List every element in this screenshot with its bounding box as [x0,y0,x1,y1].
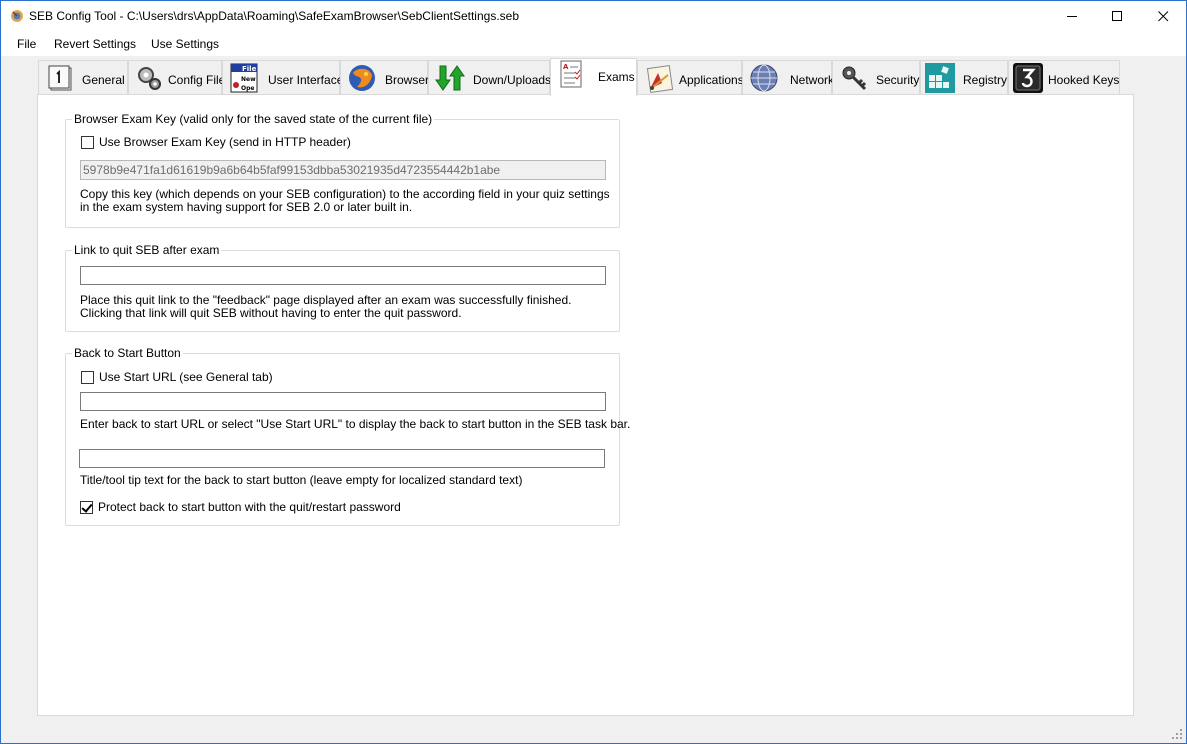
back-to-start-url-description: Enter back to start URL or select "Use S… [80,417,631,431]
general-icon [48,65,72,91]
registry-icon [925,63,955,93]
use-start-url-checkbox[interactable] [81,371,94,384]
tab-hooked-keys[interactable]: Hooked Keys [1008,60,1120,95]
protect-back-to-start-checkbox[interactable] [80,501,93,514]
use-start-url-label[interactable]: Use Start URL (see General tab) [99,370,273,384]
tab-general-label: General [82,73,125,87]
quit-link-group: Link to quit SEB after exam Place this q… [65,243,620,332]
browser-icon [349,65,375,91]
close-button[interactable] [1140,1,1186,32]
use-browser-exam-key-label[interactable]: Use Browser Exam Key (send in HTTP heade… [99,135,351,149]
tab-config-file[interactable]: Config File [128,60,226,95]
hooked-keys-icon [1013,63,1043,93]
browser-exam-key-group-title: Browser Exam Key (valid only for the sav… [72,112,435,126]
protect-back-to-start-label[interactable]: Protect back to start button with the qu… [98,500,401,514]
tab-user-interface-label: User Interface [268,73,344,87]
exams-panel: Browser Exam Key (valid only for the sav… [37,94,1134,716]
user-interface-icon: File New Ope [230,63,258,93]
back-to-start-url-input[interactable] [80,392,606,411]
menu-revert-settings[interactable]: Revert Settings [52,37,138,51]
tab-general[interactable]: General [38,60,128,95]
tab-registry-label: Registry [963,73,1008,87]
window-title: SEB Config Tool - C:\Users\drs\AppData\R… [29,9,520,23]
back-to-start-group-title: Back to Start Button [72,346,183,360]
network-icon [750,64,778,92]
back-to-start-title-input[interactable] [79,449,605,468]
tab-applications-label: Applications [679,73,744,87]
minimize-icon [1066,16,1077,17]
quit-link-group-title: Link to quit SEB after exam [72,243,222,257]
seb-app-icon [11,10,23,22]
svg-text:Ope: Ope [241,85,254,92]
tab-browser[interactable]: Browser [340,60,430,95]
menu-file[interactable]: File [15,37,38,51]
tab-hooked-keys-label: Hooked Keys [1048,73,1120,87]
svg-text:File: File [242,65,257,73]
menu-use-settings[interactable]: Use Settings [149,37,221,51]
applications-icon [646,65,674,93]
use-browser-exam-key-checkbox[interactable] [81,136,94,149]
tab-registry[interactable]: Registry [920,60,1008,95]
tab-down-uploads-label: Down/Uploads [473,73,552,87]
security-icon [842,66,867,91]
close-icon [1157,11,1168,22]
back-to-start-title-description: Title/tool tip text for the back to star… [80,473,523,487]
tab-network-label: Network [790,73,835,87]
title-bar: SEB Config Tool - C:\Users\drs\AppData\R… [1,1,1186,32]
tab-user-interface[interactable]: File New Ope User Interface [222,60,344,95]
tab-applications[interactable]: Applications [637,60,744,95]
maximize-button[interactable] [1094,1,1140,32]
tab-config-file-label: Config File [168,73,226,87]
tab-browser-label: Browser [385,73,430,87]
browser-exam-key-field[interactable]: 5978b9e471fa1d61619b9a6b64b5faf99153dbba… [80,160,606,180]
exams-icon: A [560,60,582,88]
svg-text:A: A [563,63,569,71]
tab-network[interactable]: Network [742,60,835,95]
svg-text:New: New [241,76,256,83]
menu-bar: File Revert Settings Use Settings [1,32,1186,56]
tab-strip: General Config File File New Ope User In… [38,58,1138,96]
app-window: SEB Config Tool - C:\Users\drs\AppData\R… [0,0,1187,744]
tab-security[interactable]: Security [832,60,920,95]
quit-link-description-2: Clicking that link will quit SEB without… [80,306,462,320]
config-file-icon [138,67,161,90]
tab-exams[interactable]: A Exams [550,58,637,96]
tab-security-label: Security [876,73,920,87]
tab-down-uploads[interactable]: Down/Uploads [428,60,552,95]
resize-grip-icon[interactable] [1171,728,1183,740]
browser-exam-key-group: Browser Exam Key (valid only for the sav… [65,112,620,228]
minimize-button[interactable] [1049,1,1095,32]
down-uploads-icon [435,65,465,91]
tab-exams-label: Exams [598,70,635,84]
browser-exam-key-description-2: in the exam system having support for SE… [80,200,413,214]
back-to-start-group: Back to Start Button Use Start URL (see … [65,346,630,526]
quit-link-input[interactable] [80,266,606,285]
maximize-icon [1111,11,1122,21]
